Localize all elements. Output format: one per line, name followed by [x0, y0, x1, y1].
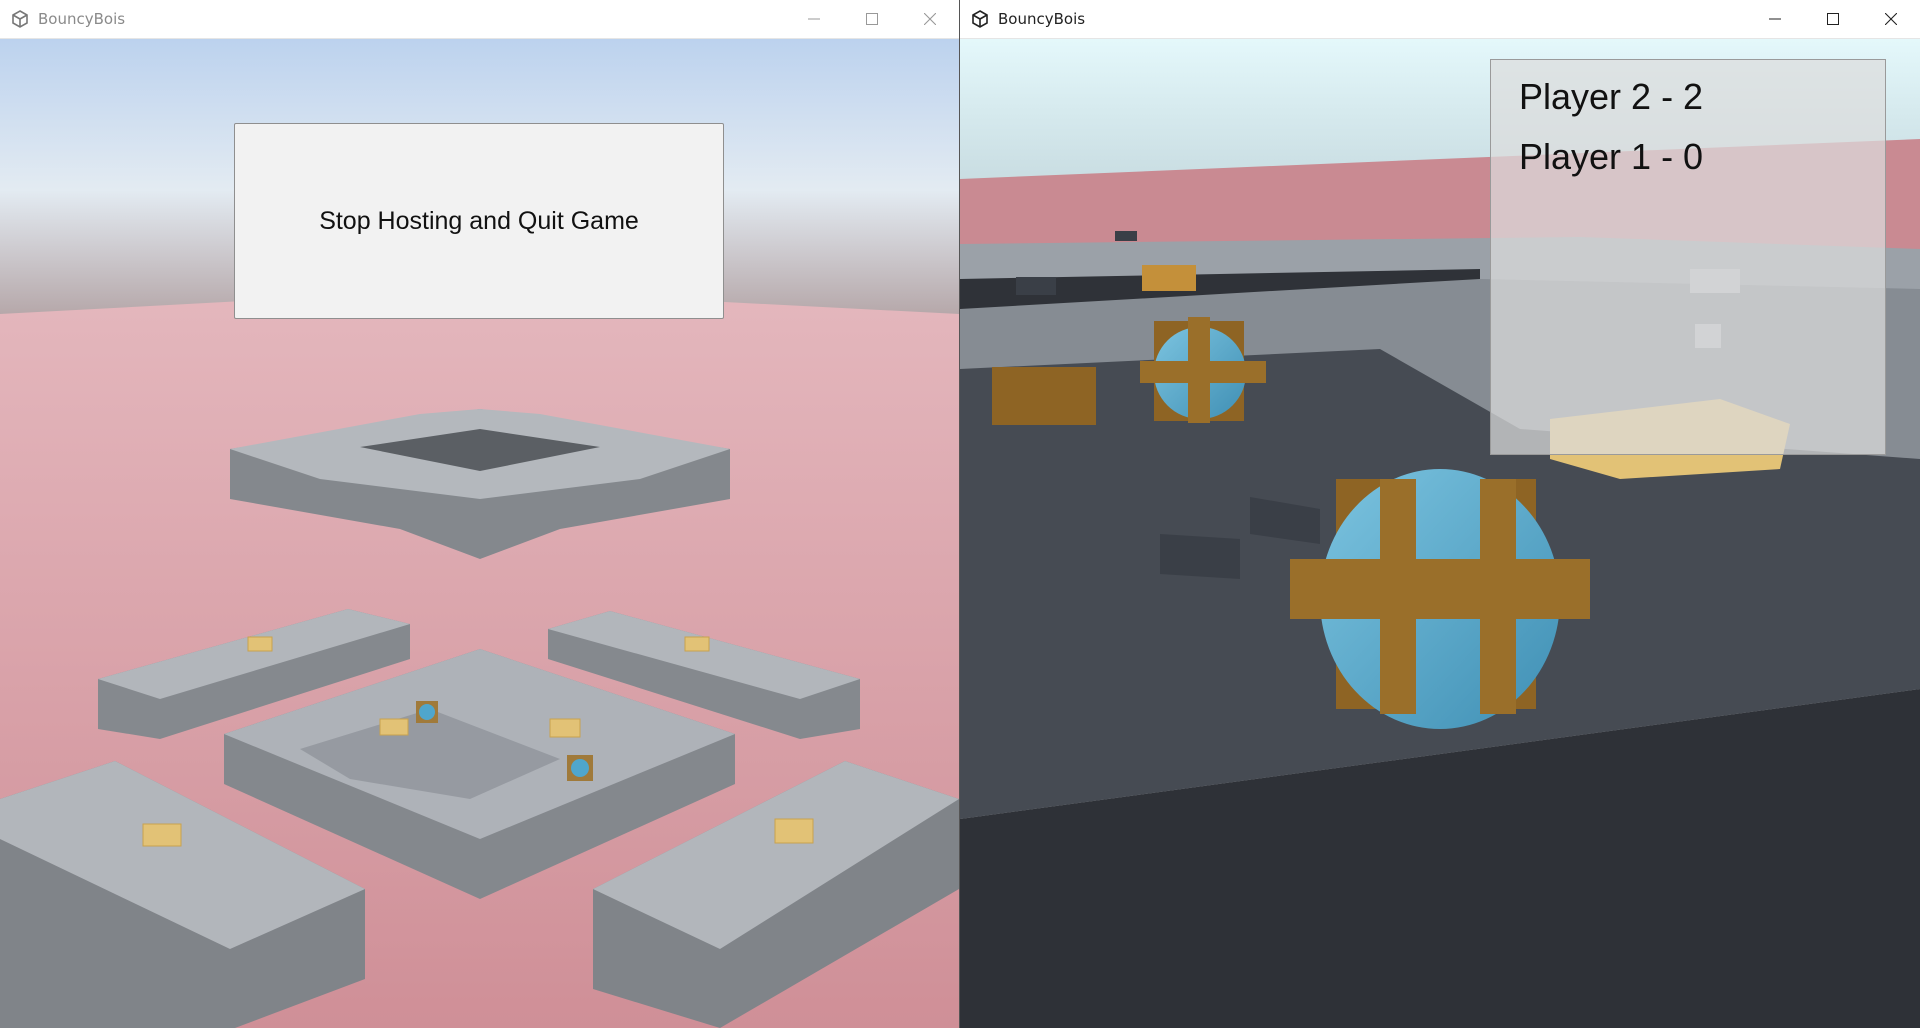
client-window: BouncyBois Player 2 - 2 Player 1 - 0 — [960, 0, 1920, 1028]
title-bar[interactable]: BouncyBois — [960, 0, 1920, 39]
close-icon[interactable] — [901, 0, 959, 38]
stop-hosting-button[interactable]: Stop Hosting and Quit Game — [234, 123, 724, 319]
unity-logo-icon — [10, 9, 30, 29]
minimize-icon[interactable] — [785, 0, 843, 38]
maximize-icon[interactable] — [843, 0, 901, 38]
maximize-icon[interactable] — [1804, 0, 1862, 38]
game-viewport[interactable]: Stop Hosting and Quit Game — [0, 39, 959, 1028]
far-box — [1142, 265, 1196, 291]
game-viewport[interactable]: Player 2 - 2 Player 1 - 0 — [960, 39, 1920, 1028]
player-crate-small-1 — [416, 701, 438, 723]
score-player-1: Player 1 - 0 — [1519, 136, 1704, 177]
minimize-icon[interactable] — [1746, 0, 1804, 38]
host-window: BouncyBois Stop Hosting and Quit Game — [0, 0, 960, 1028]
title-bar[interactable]: BouncyBois — [0, 0, 959, 39]
window-title: BouncyBois — [38, 10, 126, 28]
crate-block — [992, 367, 1096, 425]
score-player-2: Player 2 - 2 — [1519, 76, 1704, 117]
scoreboard-panel: Player 2 - 2 Player 1 - 0 — [1490, 59, 1886, 455]
window-title: BouncyBois — [998, 10, 1086, 28]
unity-logo-icon — [970, 9, 990, 29]
player-crate-small-2 — [567, 755, 593, 781]
close-icon[interactable] — [1862, 0, 1920, 38]
